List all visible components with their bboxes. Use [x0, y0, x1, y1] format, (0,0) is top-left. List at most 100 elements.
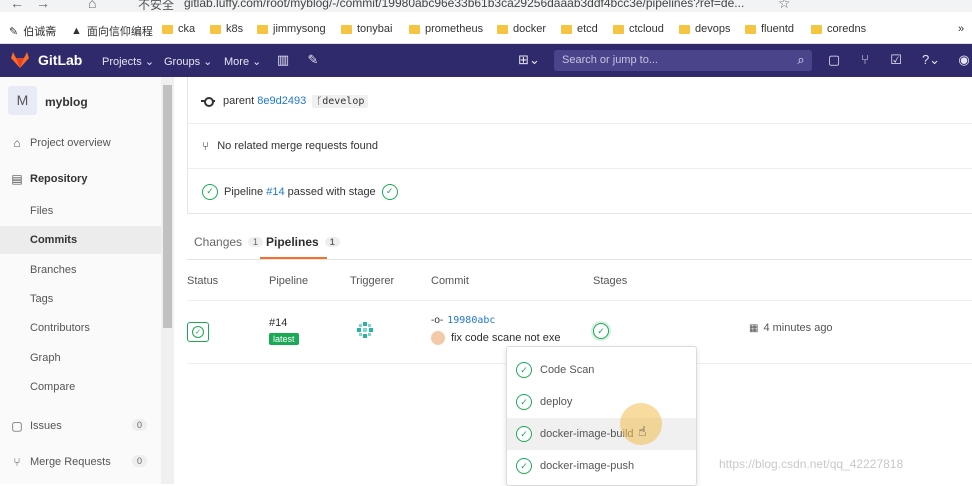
new-item-plus-icon[interactable]: ⊞⌄	[516, 52, 542, 68]
folder-icon	[561, 24, 572, 34]
sidebar-item-compare[interactable]: Compare	[0, 373, 161, 401]
activity-chart-icon[interactable]: ▥	[275, 52, 291, 68]
url-text[interactable]: gitlab.luffy.com/root/myblog/-/commit/19…	[184, 0, 744, 10]
commit-info-card: parent 8e9d2493 ᚴdevelop ⑂ No related me…	[187, 77, 972, 214]
merge-request-icon: ⑂	[202, 139, 210, 153]
issues-icon[interactable]: ▢	[826, 52, 842, 68]
bookmark-item[interactable]: etcd	[561, 23, 598, 35]
sidebar-scrollbar[interactable]	[161, 77, 174, 484]
gitlab-logo[interactable]: GitLab	[10, 51, 82, 69]
folder-icon	[811, 24, 822, 34]
home-icon[interactable]: ⌂	[88, 0, 96, 11]
stage-code-scan[interactable]: ✓ Code Scan	[507, 354, 696, 386]
scrollbar-thumb[interactable]	[163, 85, 172, 328]
project-avatar[interactable]: M	[8, 86, 37, 115]
stage-docker-image-push[interactable]: ✓ docker-image-push	[507, 450, 696, 482]
sidebar-item-project-overview[interactable]: ⌂ Project overview	[0, 129, 161, 157]
sidebar-item-issues[interactable]: ▢ Issues 0	[0, 412, 161, 440]
pipeline-link[interactable]: #14	[266, 186, 284, 198]
commit-icon: -o-	[431, 315, 444, 326]
bookmark-item[interactable]: tonybai	[341, 23, 392, 35]
chevron-down-icon: ⌄	[144, 56, 155, 68]
insecure-label: 不安全	[138, 0, 175, 12]
folder-icon	[409, 24, 420, 34]
parent-commit-row: parent 8e9d2493 ᚴdevelop	[188, 79, 972, 124]
more-bookmarks-icon[interactable]: »	[958, 23, 964, 35]
sidebar-item-repository[interactable]: ▤ Repository	[0, 165, 161, 193]
issues-count-badge: 0	[131, 419, 147, 431]
branch-badge[interactable]: ᚴdevelop	[312, 94, 369, 108]
project-name[interactable]: myblog	[45, 95, 88, 109]
parent-sha-link[interactable]: 8e9d2493	[257, 95, 306, 107]
issues-icon: ▢	[11, 419, 23, 433]
bookmark-item[interactable]: k8s	[210, 23, 243, 35]
finished-time: ▦ 4 minutes ago	[749, 322, 833, 334]
header-commit: Commit	[431, 275, 469, 287]
identicon-icon	[357, 322, 373, 338]
sidebar-item-commits[interactable]: Commits	[0, 226, 161, 254]
merge-requests-count-badge: 0	[131, 455, 147, 467]
folder-icon	[497, 24, 508, 34]
header-stages: Stages	[593, 275, 628, 287]
bookmark-item[interactable]: ▲ 面向信仰编程	[71, 23, 153, 39]
pipeline-id[interactable]: #14	[269, 317, 287, 329]
triggerer-avatar[interactable]	[355, 320, 375, 340]
calendar-icon: ▦	[749, 322, 759, 334]
stage-dropdown-toggle[interactable]: ✓	[591, 321, 611, 341]
groups-menu[interactable]: Groups ⌄	[164, 55, 212, 68]
sidebar-item-graph[interactable]: Graph	[0, 344, 161, 372]
bookmark-item[interactable]: ctcloud	[613, 23, 664, 35]
forward-icon[interactable]: →	[36, 0, 50, 11]
search-input[interactable]: Search or jump to...	[554, 50, 812, 71]
user-avatar[interactable]: ◉	[956, 52, 972, 68]
folder-icon	[162, 24, 173, 34]
admin-wrench-icon[interactable]: ✎	[305, 52, 321, 68]
bookmark-item[interactable]: ✎ 伯诚斋	[9, 23, 56, 39]
bookmark-item[interactable]: fluentd	[745, 23, 794, 35]
merge-request-icon[interactable]: ⑂	[857, 52, 873, 68]
more-menu[interactable]: More ⌄	[224, 55, 261, 68]
project-sidebar: M myblog ⌂ Project overview ▤ Repository F…	[0, 77, 174, 484]
help-icon[interactable]: ?⌄	[918, 52, 944, 68]
success-check-icon: ✓	[516, 458, 532, 474]
tab-changes[interactable]: Changes 1	[194, 235, 264, 249]
stage-check-icon[interactable]: ✓	[381, 183, 398, 200]
browser-address-bar[interactable]: ← → ⌂ 不安全 gitlab.luffy.com/root/myblog/-…	[0, 0, 972, 12]
commit-sha-cell[interactable]: -o- 19980abc	[431, 315, 495, 326]
pipeline-status-row: ✓ Pipeline #14 passed with stage ✓	[188, 169, 972, 214]
back-icon[interactable]: ←	[10, 0, 24, 11]
stages-dropdown: ✓ Code Scan ✓ deploy ✓ docker-image-build ✓…	[506, 346, 697, 486]
chevron-down-icon: ⌄	[203, 56, 213, 68]
bookmark-item[interactable]: docker	[497, 23, 546, 35]
success-check-icon: ✓	[516, 426, 532, 442]
sidebar-item-tags[interactable]: Tags	[0, 285, 161, 313]
sidebar-item-branches[interactable]: Branches	[0, 256, 161, 284]
tab-pipelines[interactable]: Pipelines 1	[266, 235, 340, 249]
bookmarks-bar: ✎ 伯诚斋 ▲ 面向信仰编程 cka k8s jimmysong tonybai p…	[0, 12, 972, 44]
folder-icon	[745, 24, 756, 34]
brand-name: GitLab	[38, 52, 83, 68]
pipelines-count: 1	[324, 237, 340, 247]
bookmark-item[interactable]: coredns	[811, 23, 866, 35]
bookmark-item[interactable]: devops	[679, 23, 730, 35]
bookmark-item[interactable]: prometheus	[409, 23, 483, 35]
commit-message-cell[interactable]: fix code scane not exe	[431, 331, 560, 345]
pipeline-status-passed[interactable]: ✓	[187, 322, 209, 342]
star-icon[interactable]: ☆	[778, 0, 791, 12]
sidebar-item-files[interactable]: Files	[0, 197, 161, 225]
stage-docker-image-build[interactable]: ✓ docker-image-build	[507, 418, 696, 450]
stage-deploy[interactable]: ✓ deploy	[507, 386, 696, 418]
sidebar-item-merge-requests[interactable]: ⑂ Merge Requests 0	[0, 448, 161, 476]
bookmark-item[interactable]: cka	[162, 23, 195, 35]
header-status: Status	[187, 275, 219, 287]
projects-menu[interactable]: Projects ⌄	[102, 55, 154, 68]
bookmark-item[interactable]: jimmysong	[257, 23, 326, 35]
success-check-icon[interactable]: ✓	[202, 183, 218, 200]
todo-icon[interactable]: ☑	[888, 52, 904, 68]
author-avatar	[431, 331, 445, 345]
sidebar-item-contributors[interactable]: Contributors	[0, 314, 161, 342]
repository-icon: ▤	[11, 172, 23, 186]
folder-icon	[679, 24, 690, 34]
changes-count: 1	[248, 237, 264, 247]
tanuki-icon	[11, 52, 29, 68]
